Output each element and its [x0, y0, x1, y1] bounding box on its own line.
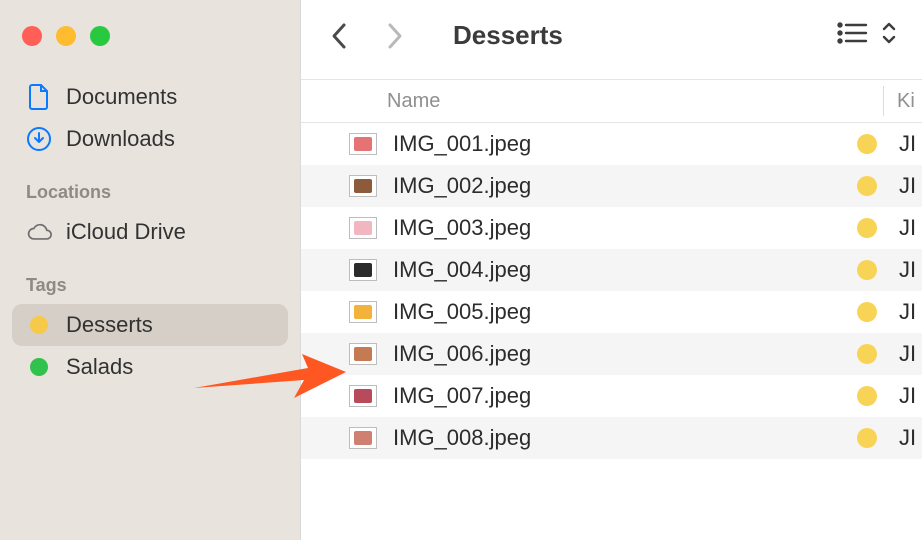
file-kind: JI: [899, 341, 916, 367]
file-thumbnail: [349, 343, 377, 365]
sidebar-item-icloud-drive[interactable]: iCloud Drive: [12, 211, 288, 253]
column-header: Name Ki: [301, 79, 922, 123]
sidebar-item-label: iCloud Drive: [66, 219, 186, 245]
tag-dot-icon: [857, 386, 877, 406]
file-row[interactable]: IMG_006.jpegJI: [301, 333, 922, 375]
tag-dot-icon: [857, 344, 877, 364]
tag-dot-icon: [857, 428, 877, 448]
file-name: IMG_006.jpeg: [393, 341, 922, 367]
file-tag-and-kind: JI: [857, 341, 916, 367]
sidebar-item-documents[interactable]: Documents: [12, 76, 288, 118]
file-thumbnail: [349, 175, 377, 197]
column-divider[interactable]: [883, 86, 884, 116]
document-icon: [26, 84, 52, 110]
zoom-window-button[interactable]: [90, 26, 110, 46]
file-name: IMG_005.jpeg: [393, 299, 922, 325]
file-row[interactable]: IMG_004.jpegJI: [301, 249, 922, 291]
sidebar-item-label: Desserts: [66, 312, 153, 338]
folder-title: Desserts: [453, 20, 836, 51]
toolbar: Desserts: [301, 0, 922, 79]
file-thumbnail: [349, 301, 377, 323]
file-tag-and-kind: JI: [857, 131, 916, 157]
view-controls: [836, 21, 898, 50]
sidebar-tag-desserts[interactable]: Desserts: [12, 304, 288, 346]
back-button[interactable]: [325, 22, 353, 50]
file-kind: JI: [899, 131, 916, 157]
file-thumbnail: [349, 259, 377, 281]
file-tag-and-kind: JI: [857, 215, 916, 241]
tag-dot-icon: [857, 218, 877, 238]
file-row[interactable]: IMG_002.jpegJI: [301, 165, 922, 207]
sidebar-item-label: Documents: [66, 84, 177, 110]
file-tag-and-kind: JI: [857, 257, 916, 283]
main-pane: Desserts Name Ki IMG_001.jpegJIIMG_002.j…: [300, 0, 922, 540]
tag-dot-icon: [26, 354, 52, 380]
column-kind[interactable]: Ki: [897, 80, 915, 122]
file-row[interactable]: IMG_001.jpegJI: [301, 123, 922, 165]
file-thumbnail: [349, 427, 377, 449]
file-row[interactable]: IMG_008.jpegJI: [301, 417, 922, 459]
sort-menu-icon[interactable]: [880, 21, 898, 50]
download-icon: [26, 126, 52, 152]
sidebar-item-downloads[interactable]: Downloads: [12, 118, 288, 160]
file-name: IMG_002.jpeg: [393, 173, 922, 199]
file-name: IMG_007.jpeg: [393, 383, 922, 409]
sidebar-group-tags: Tags: [12, 253, 288, 304]
file-kind: JI: [899, 425, 916, 451]
file-name: IMG_008.jpeg: [393, 425, 922, 451]
file-kind: JI: [899, 215, 916, 241]
sidebar-group-locations: Locations: [12, 160, 288, 211]
file-thumbnail: [349, 133, 377, 155]
forward-button[interactable]: [381, 22, 409, 50]
file-tag-and-kind: JI: [857, 383, 916, 409]
file-name: IMG_003.jpeg: [393, 215, 922, 241]
file-tag-and-kind: JI: [857, 299, 916, 325]
tag-dot-icon: [857, 176, 877, 196]
minimize-window-button[interactable]: [56, 26, 76, 46]
column-name[interactable]: Name: [301, 90, 922, 113]
sidebar-item-label: Downloads: [66, 126, 175, 152]
file-name: IMG_001.jpeg: [393, 131, 922, 157]
tag-dot-icon: [26, 312, 52, 338]
file-row[interactable]: IMG_007.jpegJI: [301, 375, 922, 417]
tag-dot-icon: [857, 302, 877, 322]
tag-dot-icon: [857, 260, 877, 280]
file-kind: JI: [899, 299, 916, 325]
file-tag-and-kind: JI: [857, 173, 916, 199]
sidebar: Documents Downloads Locations iCloud Dri…: [0, 0, 300, 540]
list-view-icon[interactable]: [836, 21, 870, 50]
window-controls: [12, 18, 288, 76]
file-kind: JI: [899, 173, 916, 199]
file-name: IMG_004.jpeg: [393, 257, 922, 283]
file-kind: JI: [899, 383, 916, 409]
file-list: IMG_001.jpegJIIMG_002.jpegJIIMG_003.jpeg…: [301, 123, 922, 540]
sidebar-tag-salads[interactable]: Salads: [12, 346, 288, 388]
file-row[interactable]: IMG_005.jpegJI: [301, 291, 922, 333]
nav-arrows: [325, 22, 409, 50]
close-window-button[interactable]: [22, 26, 42, 46]
file-kind: JI: [899, 257, 916, 283]
cloud-icon: [26, 219, 52, 245]
sidebar-item-label: Salads: [66, 354, 133, 380]
tag-dot-icon: [857, 134, 877, 154]
file-row[interactable]: IMG_003.jpegJI: [301, 207, 922, 249]
file-tag-and-kind: JI: [857, 425, 916, 451]
file-thumbnail: [349, 385, 377, 407]
file-thumbnail: [349, 217, 377, 239]
